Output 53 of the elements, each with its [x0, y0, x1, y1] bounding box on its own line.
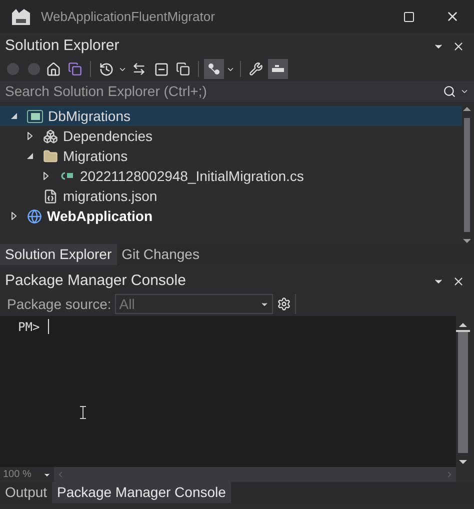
tree-item[interactable]: Migrations: [0, 146, 462, 166]
console-prompt: PM>: [18, 319, 40, 336]
switch-views-icon[interactable]: [68, 62, 82, 76]
json-file-icon: [43, 188, 58, 204]
close-icon[interactable]: [452, 40, 465, 52]
show-all-files-icon[interactable]: [176, 62, 190, 76]
sync-icon[interactable]: [132, 62, 146, 76]
text-cursor-icon: [80, 406, 86, 419]
scroll-up-icon[interactable]: [463, 106, 471, 112]
filter-icon: [207, 62, 221, 76]
search-icon[interactable]: [443, 85, 456, 98]
tree-item-label: WebApplication: [47, 206, 153, 226]
web-project-icon: [27, 208, 42, 224]
maximize-icon[interactable]: [403, 10, 415, 22]
tree-item-label: Dependencies: [63, 126, 153, 146]
panel-title: Package Manager Console: [5, 270, 187, 291]
csharp-project-icon: [27, 110, 43, 122]
search-field[interactable]: Search Solution Explorer (Ctrl+;): [0, 81, 443, 102]
package-source-label: Package source:: [7, 294, 112, 314]
tree-item[interactable]: migrations.json: [0, 186, 462, 206]
scroll-down-icon[interactable]: [459, 459, 467, 465]
panel-tab[interactable]: Output: [0, 482, 52, 503]
window-title: WebApplicationFluentMigrator: [41, 8, 216, 26]
tree-item[interactable]: DbMigrations: [0, 106, 462, 126]
properties-icon[interactable]: [249, 62, 263, 76]
tree-item-label: Migrations: [63, 146, 128, 166]
close-icon[interactable]: [452, 274, 465, 288]
tree-item-label: migrations.json: [63, 186, 158, 206]
panel-tab[interactable]: Solution Explorer: [0, 244, 117, 265]
filter-button[interactable]: [204, 59, 224, 79]
csharp-file-icon: [59, 171, 75, 181]
panel-tab[interactable]: Git Changes: [116, 244, 204, 265]
close-icon[interactable]: [445, 9, 460, 24]
pending-changes-icon[interactable]: [98, 62, 114, 76]
tree-item[interactable]: 20221128002948_InitialMigration.cs: [0, 166, 462, 186]
tree-item[interactable]: Dependencies: [0, 126, 462, 146]
search-options-button[interactable]: [443, 81, 474, 102]
settings-icon[interactable]: [277, 297, 292, 311]
folder-icon: [43, 148, 58, 164]
app-logo-icon: [10, 6, 32, 26]
panel-tab[interactable]: Package Manager Console: [52, 482, 231, 503]
collapse-all-icon[interactable]: [154, 62, 168, 76]
panel-title: Solution Explorer: [5, 36, 120, 56]
tree-item[interactable]: WebApplication: [0, 206, 462, 226]
tree-item-label: DbMigrations: [48, 106, 130, 126]
home-icon[interactable]: [46, 62, 60, 76]
dropdown-icon[interactable]: [460, 87, 469, 96]
tree-item-label: 20221128002948_InitialMigration.cs: [80, 166, 304, 186]
dependencies-icon: [43, 128, 58, 144]
preview-icon: [271, 64, 285, 74]
preview-button[interactable]: [268, 59, 288, 79]
scrollbar[interactable]: [462, 106, 472, 244]
scroll-up-icon[interactable]: [459, 322, 467, 328]
